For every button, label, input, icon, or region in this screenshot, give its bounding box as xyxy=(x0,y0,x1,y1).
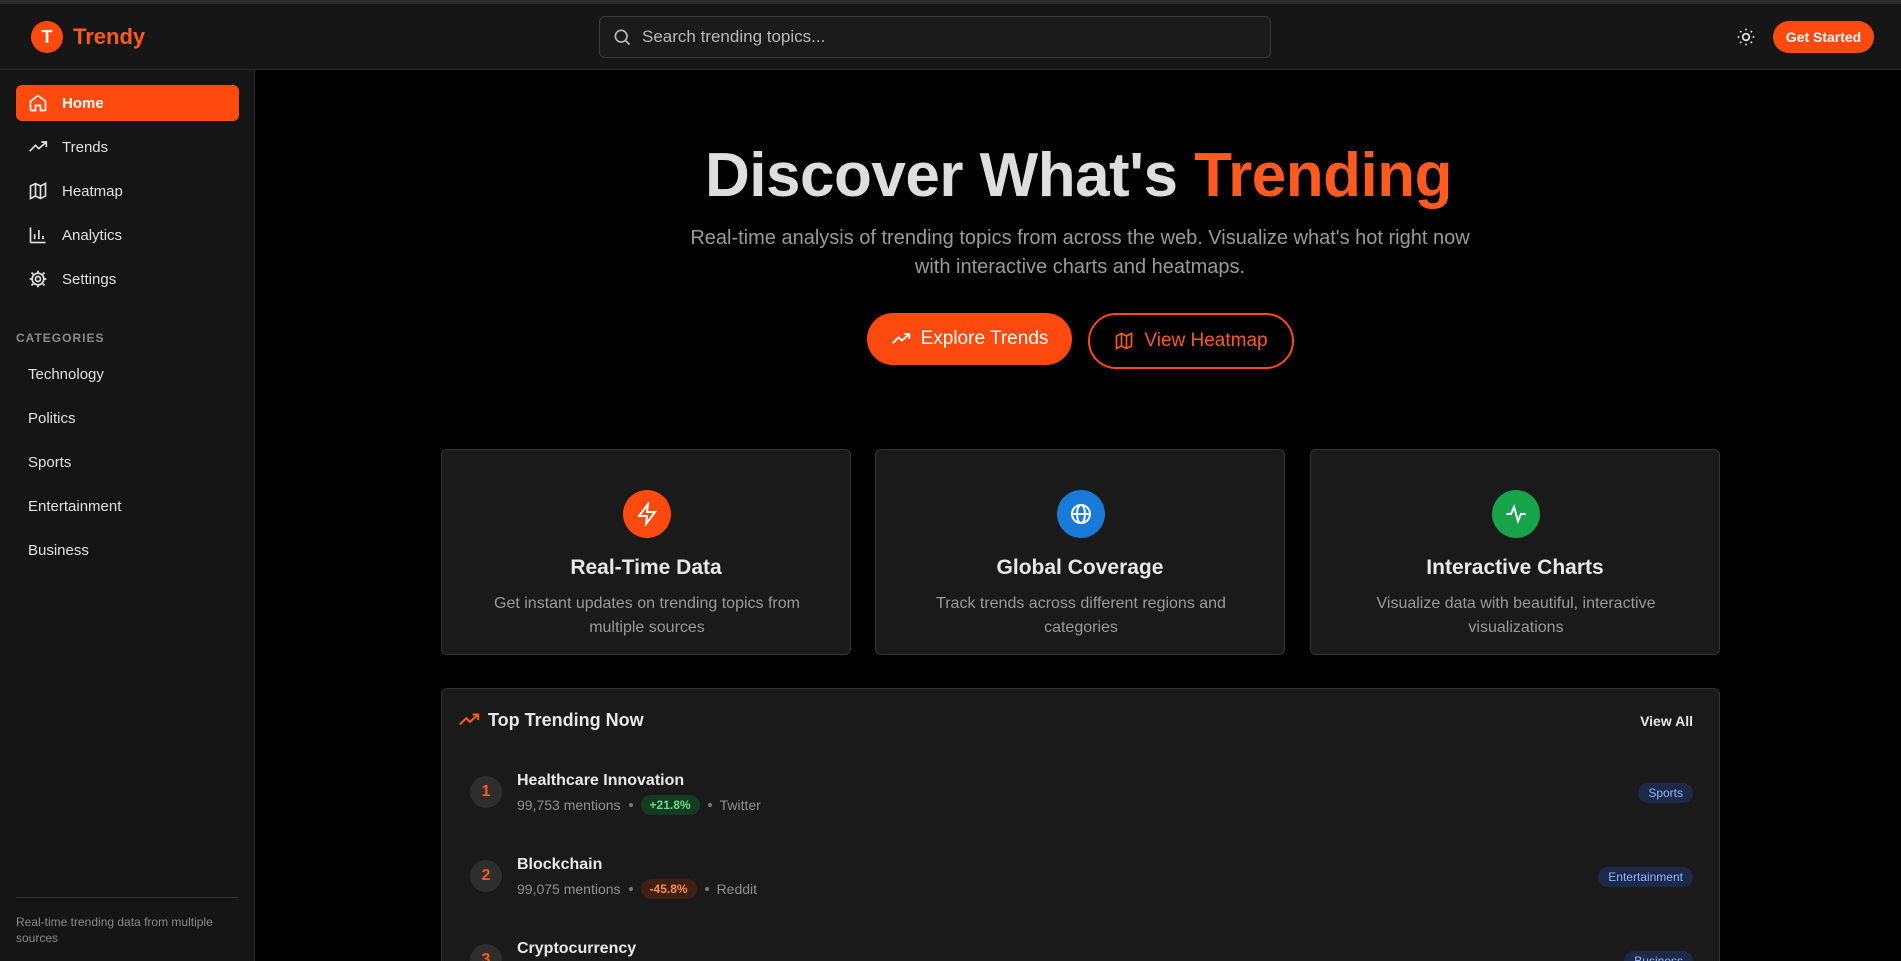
top-trending-title: Top Trending Now xyxy=(488,709,644,730)
feature-card-real-time: Real-Time Data Get instant updates on tr… xyxy=(441,449,851,655)
sidebar-item-heatmap[interactable]: Heatmap xyxy=(16,173,239,209)
trending-row[interactable]: 2 Blockchain 99,075 mentions -45.8% Redd… xyxy=(442,850,1719,910)
topic-name: Blockchain xyxy=(517,856,603,873)
sidebar-footer-text: Real-time trending data from multiple so… xyxy=(16,915,213,945)
theme-toggle-button[interactable] xyxy=(1733,24,1759,50)
search-input[interactable] xyxy=(642,27,1242,47)
feature-title: Global Coverage xyxy=(996,556,1164,579)
bar-chart-icon xyxy=(29,227,46,244)
search-bar[interactable] xyxy=(599,16,1271,58)
feature-description: Visualize data with beautiful, interacti… xyxy=(1376,595,1656,636)
category-badge: Sports xyxy=(1638,783,1693,803)
feature-description: Get instant updates on trending topics f… xyxy=(494,595,800,636)
map-icon xyxy=(1116,332,1133,350)
trending-up-icon xyxy=(891,333,910,344)
category-technology[interactable]: Technology xyxy=(28,366,104,383)
separator-dot xyxy=(704,887,709,891)
change-badge: -45.8% xyxy=(640,879,697,899)
home-icon xyxy=(29,94,47,112)
hero-subtitle: Real-time analysis of trending topics fr… xyxy=(690,227,1470,278)
gear-icon xyxy=(29,270,47,288)
sidebar-item-label: Settings xyxy=(62,270,117,288)
category-badge: Business xyxy=(1624,951,1693,961)
change-badge: +21.8% xyxy=(640,795,700,815)
trending-up-icon xyxy=(29,141,48,152)
top-trending-header: Top Trending Now xyxy=(458,709,644,731)
view-heatmap-label: View Heatmap xyxy=(1144,330,1268,351)
get-started-button[interactable]: Get Started xyxy=(1773,21,1874,53)
app-name: Trendy xyxy=(73,24,146,49)
source-label: Reddit xyxy=(716,881,758,897)
category-sports[interactable]: Sports xyxy=(28,454,71,471)
feature-description: Track trends across different regions an… xyxy=(936,595,1226,636)
mentions-count: 99,075 mentions xyxy=(517,881,621,897)
hero-title-accent: Trending xyxy=(1194,141,1452,210)
trending-up-icon xyxy=(459,713,480,726)
feature-title: Interactive Charts xyxy=(1426,556,1604,579)
category-entertainment[interactable]: Entertainment xyxy=(28,498,121,515)
top-trending-panel: Top Trending Now View All 1 Healthcare I… xyxy=(441,688,1720,961)
app-logo[interactable]: T Trendy xyxy=(31,21,145,53)
category-business[interactable]: Business xyxy=(28,542,89,559)
hero-title-prefix: Discover What's xyxy=(705,141,1178,210)
sidebar-item-trends[interactable]: Trends xyxy=(16,129,239,165)
separator-dot xyxy=(628,887,633,891)
sidebar-item-settings[interactable]: Settings xyxy=(16,261,239,297)
trending-row[interactable]: 3 Cryptocurrency Business xyxy=(442,934,1719,961)
globe-icon xyxy=(1057,490,1105,538)
feature-card-charts: Interactive Charts Visualize data with b… xyxy=(1310,449,1720,655)
topic-name: Healthcare Innovation xyxy=(517,772,685,789)
categories-heading: CATEGORIES xyxy=(16,331,105,345)
hero-title: Discover What's Trending xyxy=(256,140,1901,211)
search-icon xyxy=(614,29,631,46)
feature-title: Real-Time Data xyxy=(570,556,722,579)
sidebar-item-label: Home xyxy=(62,94,104,112)
sidebar: Home Trends Heatmap Analytics Settings C… xyxy=(0,70,255,961)
topic-name: Cryptocurrency xyxy=(517,940,637,957)
sun-icon xyxy=(1737,28,1755,46)
feature-card-global: Global Coverage Track trends across diff… xyxy=(875,449,1285,655)
rank-badge: 1 xyxy=(470,776,502,808)
separator-dot xyxy=(707,803,712,807)
sidebar-item-home[interactable]: Home xyxy=(16,85,239,121)
rank-badge: 3 xyxy=(470,944,502,961)
sidebar-item-label: Analytics xyxy=(62,226,123,244)
explore-trends-label: Explore Trends xyxy=(920,328,1049,349)
map-icon xyxy=(29,182,47,200)
view-heatmap-button[interactable]: View Heatmap xyxy=(1088,313,1294,369)
category-politics[interactable]: Politics xyxy=(28,410,76,427)
lightning-icon xyxy=(623,490,671,538)
topic-meta: 99,753 mentions +21.8% Twitter xyxy=(517,795,761,815)
category-badge: Entertainment xyxy=(1598,867,1693,887)
topic-meta: 99,075 mentions -45.8% Reddit xyxy=(517,879,757,899)
rank-badge: 2 xyxy=(470,860,502,892)
trending-row[interactable]: 1 Healthcare Innovation 99,753 mentions … xyxy=(442,766,1719,826)
view-all-link[interactable]: View All xyxy=(1640,713,1693,729)
source-label: Twitter xyxy=(719,797,761,813)
separator-dot xyxy=(628,803,633,807)
top-header: T Trendy Get Started xyxy=(0,4,1901,70)
explore-trends-button[interactable]: Explore Trends xyxy=(867,313,1072,365)
logo-mark: T xyxy=(31,21,63,53)
sidebar-item-label: Heatmap xyxy=(62,182,123,200)
mentions-count: 99,753 mentions xyxy=(517,797,621,813)
sidebar-divider xyxy=(16,897,239,898)
sidebar-item-analytics[interactable]: Analytics xyxy=(16,217,239,253)
activity-icon xyxy=(1492,490,1540,538)
sidebar-item-label: Trends xyxy=(62,138,109,156)
